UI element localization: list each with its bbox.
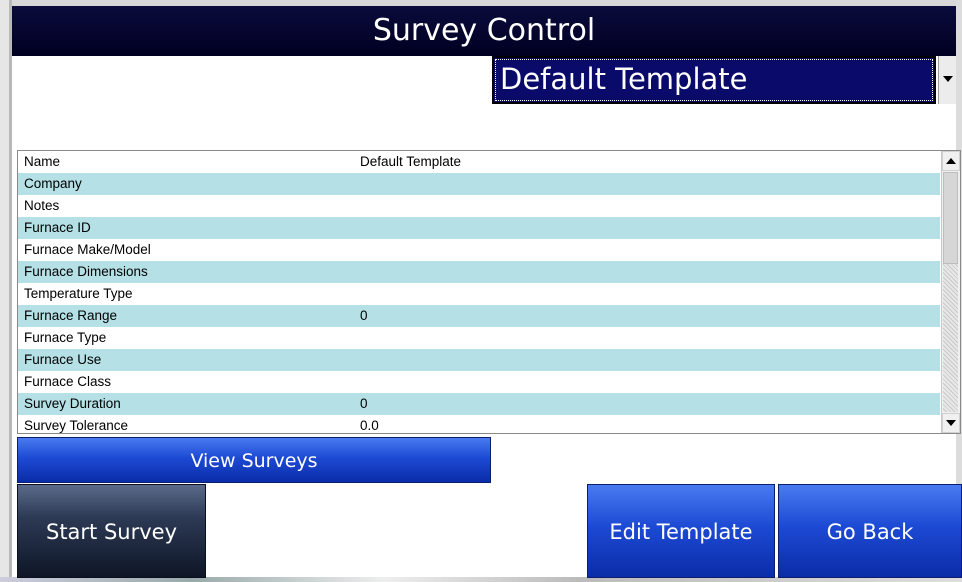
row-value: 0.0 <box>360 418 379 433</box>
row-label: Furnace Use <box>24 352 102 367</box>
table-row[interactable]: Temperature Type <box>18 283 940 305</box>
grid-rows: Name Default Template Company Notes Furna… <box>18 151 940 433</box>
row-label: Notes <box>24 198 60 213</box>
scrollbar-thumb[interactable] <box>943 172 958 264</box>
row-label: Survey Duration <box>24 396 121 411</box>
scroll-up-arrow-icon[interactable] <box>942 151 960 171</box>
scrollbar-track[interactable] <box>943 264 958 412</box>
view-surveys-button[interactable]: View Surveys <box>17 437 491 483</box>
row-value: 0 <box>360 308 368 323</box>
table-row[interactable]: Furnace Dimensions <box>18 261 940 283</box>
start-survey-button[interactable]: Start Survey <box>17 484 206 578</box>
table-row[interactable]: Name Default Template <box>18 151 940 173</box>
row-value: 0 <box>360 396 368 411</box>
table-row[interactable]: Furnace Class <box>18 371 940 393</box>
table-row[interactable]: Furnace Use <box>18 349 940 371</box>
table-row[interactable]: Survey Tolerance 0.0 <box>18 415 940 433</box>
row-label: Furnace Range <box>24 308 118 323</box>
row-label: Company <box>24 176 82 191</box>
edit-template-button[interactable]: Edit Template <box>587 484 775 578</box>
row-label: Survey Tolerance <box>24 418 129 433</box>
window-frame-left <box>0 0 12 582</box>
row-label: Temperature Type <box>24 286 133 301</box>
template-dropdown-value[interactable]: Default Template <box>492 56 936 104</box>
row-label: Name <box>24 154 61 169</box>
template-dropdown[interactable]: Default Template <box>492 56 956 104</box>
row-label: Furnace Make/Model <box>24 242 151 257</box>
chevron-down-icon <box>943 76 953 82</box>
table-row[interactable]: Furnace ID <box>18 217 940 239</box>
table-row[interactable]: Furnace Type <box>18 327 940 349</box>
row-label: Furnace Class <box>24 374 112 389</box>
go-back-button[interactable]: Go Back <box>778 484 962 578</box>
dropdown-arrow-button[interactable] <box>938 56 956 104</box>
row-label: Furnace ID <box>24 220 91 235</box>
table-row[interactable]: Company <box>18 173 940 195</box>
grid-vertical-scrollbar[interactable] <box>941 151 960 433</box>
table-row[interactable]: Notes <box>18 195 940 217</box>
row-value: Default Template <box>360 154 462 169</box>
row-label: Furnace Dimensions <box>24 264 148 279</box>
scroll-down-arrow-icon[interactable] <box>942 413 960 433</box>
table-row[interactable]: Furnace Range 0 <box>18 305 940 327</box>
table-row[interactable]: Survey Duration 0 <box>18 393 940 415</box>
template-properties-grid[interactable]: Name Default Template Company Notes Furna… <box>17 150 961 434</box>
page-title: Survey Control <box>12 6 956 56</box>
row-label: Furnace Type <box>24 330 107 345</box>
table-row[interactable]: Furnace Make/Model <box>18 239 940 261</box>
